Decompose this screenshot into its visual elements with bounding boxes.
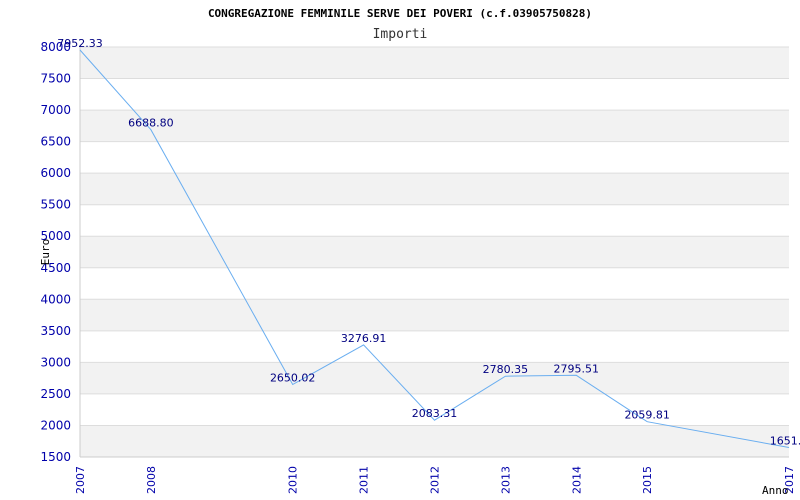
grid-band	[80, 425, 789, 457]
chart-subtitle: Importi	[373, 27, 428, 42]
x-tick-label: 2007	[74, 466, 87, 494]
data-label: 6688.80	[128, 117, 174, 130]
x-tick-label: 2014	[570, 466, 583, 494]
y-tick-label: 7500	[40, 72, 71, 86]
grid-band	[80, 362, 789, 394]
x-axis-label: Anno	[762, 484, 789, 497]
y-tick-label: 3000	[40, 355, 71, 369]
data-label: 7952.33	[57, 37, 103, 50]
line-chart: 1500200025003000350040004500500055006000…	[39, 7, 800, 497]
chart: 1500 2000 2500 3000 3500 4000 4500 5000 5500 6000…	[0, 0, 800, 500]
data-label: 2059.81	[624, 409, 670, 422]
y-tick-label: 5500	[40, 198, 71, 212]
y-tick-label: 6500	[40, 135, 71, 149]
data-label: 2083.31	[412, 407, 458, 420]
x-tick-label: 2013	[499, 466, 512, 494]
grid-band	[80, 173, 789, 205]
grid-band	[80, 236, 789, 268]
grid-band	[80, 47, 789, 79]
y-tick-label: 2500	[40, 387, 71, 401]
x-tick-label: 2008	[145, 466, 158, 494]
y-tick-label: 2000	[40, 418, 71, 432]
x-tick-label: 2010	[287, 466, 300, 494]
y-tick-label: 7000	[40, 103, 71, 117]
data-label: 2795.51	[554, 362, 600, 375]
grid-bands	[80, 47, 789, 457]
y-tick-label: 6000	[40, 166, 71, 180]
grid-band	[80, 110, 789, 142]
data-label: 1651.3	[770, 434, 800, 447]
grid-band	[80, 299, 789, 331]
x-tick-label: 2012	[429, 466, 442, 494]
chart-title: CONGREGAZIONE FEMMINILE SERVE DEI POVERI…	[208, 7, 592, 20]
y-tick-label: 3500	[40, 324, 71, 338]
data-label: 3276.91	[341, 332, 387, 345]
y-tick-label: 1500	[40, 450, 71, 464]
y-tick-label: 4000	[40, 292, 71, 306]
data-label: 2650.02	[270, 371, 316, 384]
data-label: 2780.35	[483, 363, 529, 376]
y-axis-label: Euro	[39, 239, 52, 266]
x-tick-label: 2011	[358, 466, 371, 494]
x-tick-label: 2015	[641, 466, 654, 494]
x-tick-labels: 2007 2008 2010 2011 2012 2013 2014 2015 2017	[74, 466, 796, 494]
